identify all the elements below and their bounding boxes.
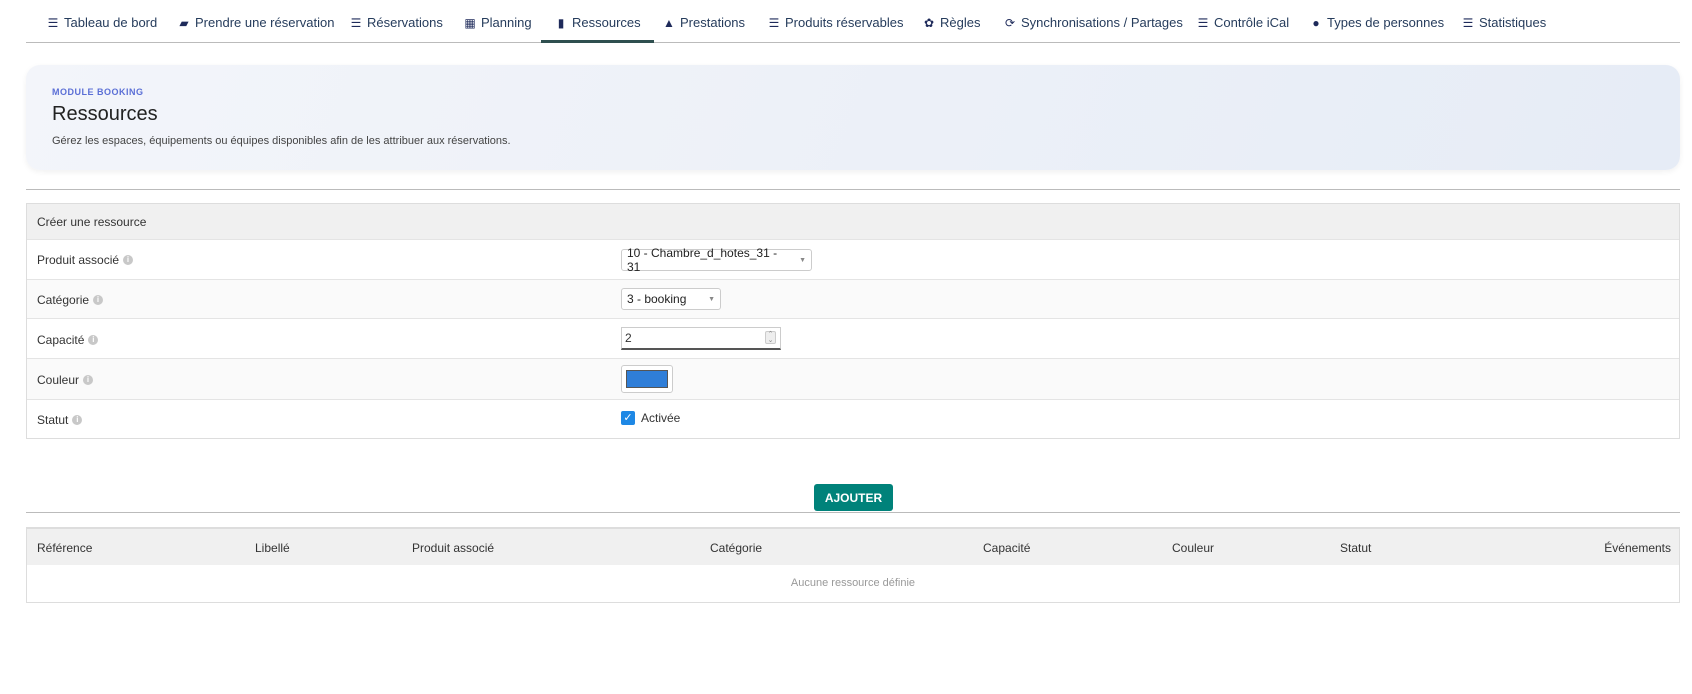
nav-prendre-reservation[interactable]: ▰ Prendre une réservation — [177, 15, 334, 30]
field-row-category: Catégorie i 3 - booking ▼ — [27, 279, 1679, 318]
form-header: Créer une ressource — [27, 204, 1679, 239]
page-header: MODULE BOOKING Ressources Gérez les espa… — [26, 65, 1680, 170]
col-evenements[interactable]: Événements — [1604, 541, 1671, 555]
col-reference[interactable]: Référence — [37, 541, 92, 555]
nav-controle-ical[interactable]: ☰ Contrôle iCal — [1196, 15, 1290, 30]
nav-prestations[interactable]: ▲ Prestations — [662, 15, 745, 30]
nav-tableau-de-bord[interactable]: ☰ Tableau de bord — [46, 15, 158, 30]
label-text: Statut — [37, 413, 69, 427]
label-text: Produit associé — [37, 253, 120, 267]
label-text: Catégorie — [37, 293, 90, 307]
divider — [26, 189, 1680, 190]
module-kicker: MODULE BOOKING — [52, 87, 144, 97]
sliders-icon: ☰ — [1197, 15, 1209, 30]
add-button[interactable]: AJOUTER — [814, 484, 893, 511]
col-libelle[interactable]: Libellé — [255, 541, 290, 555]
col-couleur[interactable]: Couleur — [1172, 541, 1214, 555]
nav-statistiques[interactable]: ☰ Statistiques — [1461, 15, 1547, 30]
color-picker[interactable] — [621, 365, 673, 393]
nav-planning[interactable]: ▦ Planning — [463, 15, 531, 30]
main-nav: ☰ Tableau de bord ▰ Prendre une réservatio… — [26, 0, 1680, 43]
input-value: 2 — [625, 331, 632, 345]
product-select[interactable]: 10 - Chambre_d_hotes_31 - 31 ▼ — [621, 246, 812, 274]
field-label: Capacité i — [37, 333, 99, 347]
page-title: Ressources — [52, 103, 158, 125]
col-produit[interactable]: Produit associé — [412, 541, 494, 555]
create-resource-form: Créer une ressource Produit associé i 10 … — [26, 203, 1680, 439]
checkbox-checked-icon[interactable]: ✓ — [621, 411, 635, 425]
category-select[interactable]: 3 - booking ▼ — [621, 288, 721, 310]
label-text: Couleur — [37, 373, 80, 387]
field-label: Produit associé i — [37, 253, 134, 267]
info-icon[interactable]: i — [93, 295, 104, 305]
field-row-color: Couleur i — [27, 358, 1679, 399]
chevron-down-icon: ▼ — [799, 256, 806, 264]
page-description: Gérez les espaces, équipements ou équipe… — [52, 135, 511, 147]
nav-regles[interactable]: ✿ Règles — [922, 15, 981, 30]
bed-icon: ▰ — [179, 15, 189, 30]
table-header: Référence Libellé Produit associé Catégo… — [27, 529, 1679, 565]
field-label: Statut i — [37, 413, 83, 427]
list-icon: ☰ — [1462, 15, 1474, 30]
chevron-down-icon: ▼ — [708, 295, 715, 303]
bell-icon: ▲ — [663, 15, 675, 30]
nav-synchronisations[interactable]: ⟳ Synchronisations / Partages — [1003, 15, 1183, 30]
user-icon: ● — [1312, 15, 1320, 30]
stepper-icon[interactable]: ⌃ ⌄ — [765, 331, 776, 344]
calendar-icon: ▦ — [464, 15, 476, 30]
form-title: Créer une ressource — [37, 215, 147, 229]
info-icon[interactable]: i — [123, 255, 134, 265]
divider — [26, 512, 1680, 513]
info-icon[interactable]: i — [83, 375, 94, 385]
info-icon[interactable]: i — [88, 335, 99, 345]
info-icon[interactable]: i — [72, 415, 83, 425]
field-label: Couleur i — [37, 373, 94, 387]
gear-icon: ✿ — [923, 15, 935, 30]
field-row-product: Produit associé i 10 - Chambre_d_hotes_31… — [27, 239, 1679, 279]
nav-reservations[interactable]: ☰ Réservations — [349, 15, 443, 30]
col-statut[interactable]: Statut — [1340, 541, 1371, 555]
label-text: Capacité — [37, 333, 85, 347]
book-icon: ▮ — [557, 15, 565, 30]
resources-table: Référence Libellé Produit associé Catégo… — [26, 527, 1680, 603]
sync-icon: ⟳ — [1004, 15, 1016, 30]
select-value: 10 - Chambre_d_hotes_31 - 31 — [627, 246, 778, 274]
color-swatch — [626, 370, 668, 388]
nav-ressources[interactable]: ▮ Ressources — [541, 15, 654, 43]
list-icon: ☰ — [47, 15, 59, 30]
col-capacite[interactable]: Capacité — [983, 541, 1030, 555]
list-icon: ☰ — [350, 15, 362, 30]
field-row-status: Statut i ✓ Activée — [27, 399, 1679, 438]
field-label: Catégorie i — [37, 293, 104, 307]
field-row-capacity: Capacité i 2 ⌃ ⌄ — [27, 318, 1679, 358]
checkbox-label: Activée — [641, 411, 681, 425]
capacity-input[interactable]: 2 ⌃ ⌄ — [621, 327, 781, 350]
status-checkbox[interactable]: ✓ Activée — [621, 411, 680, 425]
select-value: 3 - booking — [627, 292, 687, 306]
col-categorie[interactable]: Catégorie — [710, 541, 762, 555]
nav-types-personnes[interactable]: ● Types de personnes — [1309, 15, 1444, 30]
nav-produits-reservables[interactable]: ☰ Produits réservables — [767, 15, 904, 30]
list-icon: ☰ — [768, 15, 780, 30]
empty-message: Aucune ressource définie — [790, 577, 916, 589]
